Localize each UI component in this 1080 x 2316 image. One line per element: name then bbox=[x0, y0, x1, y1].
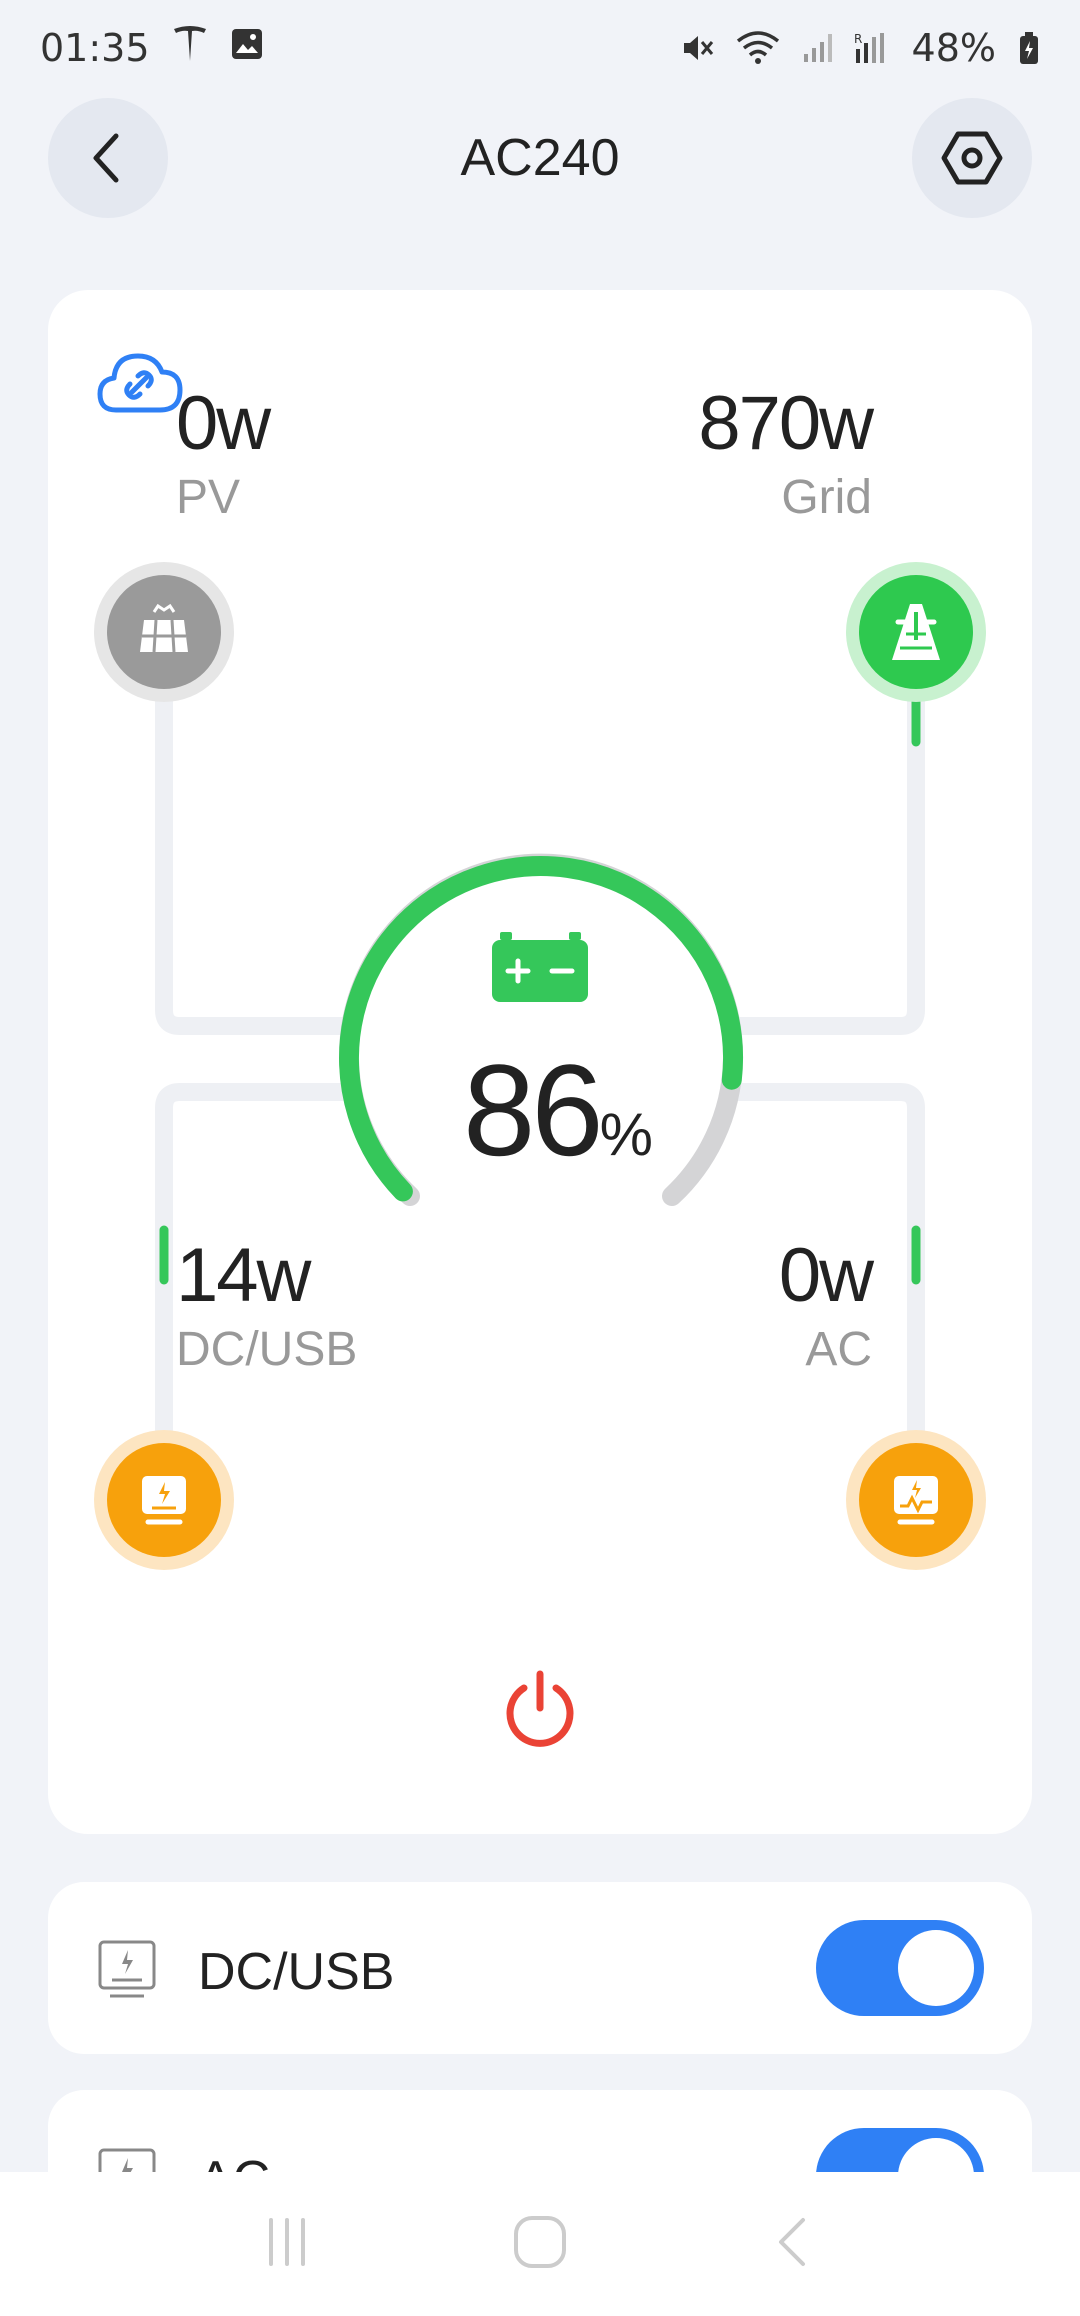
back-icon[interactable] bbox=[763, 2212, 823, 2276]
recent-apps-icon[interactable] bbox=[257, 2212, 317, 2276]
hexagon-settings-icon bbox=[941, 131, 1003, 185]
grid-label: Grid bbox=[781, 471, 872, 524]
battery-icon bbox=[1018, 31, 1040, 65]
dc-usb-toggle[interactable] bbox=[816, 1920, 984, 2016]
pv-node[interactable] bbox=[94, 562, 234, 702]
output-label-dc-usb: DC/USB bbox=[198, 1943, 395, 2001]
pv-label: PV bbox=[176, 471, 241, 524]
flow-line-grid bbox=[736, 670, 925, 1035]
ac-output-node[interactable] bbox=[846, 1430, 986, 1570]
app-header: AC240 bbox=[0, 98, 1080, 218]
page-title: AC240 bbox=[460, 129, 620, 187]
transmission-tower-icon bbox=[892, 604, 940, 660]
ac-value: 0w bbox=[778, 1233, 874, 1318]
battery-percent-unit: % bbox=[599, 1101, 653, 1168]
settings-button[interactable] bbox=[912, 98, 1032, 218]
dc-value: 14w bbox=[176, 1233, 311, 1318]
flow-line-pv bbox=[155, 670, 346, 1035]
ac-label: AC bbox=[805, 1323, 872, 1376]
grid-value: 870w bbox=[698, 381, 874, 466]
ac-output-icon bbox=[894, 1476, 938, 1525]
solar-panel-icon bbox=[140, 603, 188, 653]
dc-label: DC/USB bbox=[176, 1323, 358, 1376]
dc-output-icon bbox=[142, 1476, 186, 1525]
mute-icon bbox=[680, 31, 714, 65]
wifi-icon bbox=[736, 31, 780, 65]
toggle-knob bbox=[898, 1930, 974, 2006]
system-nav-bar bbox=[0, 2172, 1080, 2316]
pv-value: 0w bbox=[176, 381, 271, 466]
status-time: 01:35 bbox=[40, 26, 150, 70]
back-button[interactable] bbox=[48, 98, 168, 218]
tesla-icon bbox=[172, 25, 208, 72]
signal-icon bbox=[802, 32, 832, 64]
battery-percent-value: 86 bbox=[463, 1037, 604, 1183]
dc-usb-port-icon bbox=[96, 1940, 158, 2004]
battery-percentage: 86% bbox=[388, 1035, 728, 1185]
energy-flow-card: 86% 0w PV 870w Grid 14w DC/USB 0w AC bbox=[48, 290, 1032, 1834]
status-bar: 01:35 R 48% bbox=[0, 0, 1080, 96]
output-row-dc-usb: DC/USB bbox=[48, 1882, 1032, 2054]
power-icon bbox=[506, 1670, 574, 1747]
power-button[interactable] bbox=[498, 1668, 582, 1752]
home-icon[interactable] bbox=[510, 2212, 570, 2276]
svg-text:R: R bbox=[854, 32, 862, 46]
battery-percent: 48% bbox=[911, 26, 996, 70]
image-icon bbox=[230, 26, 264, 70]
signal-r-icon: R bbox=[854, 31, 890, 65]
dc-output-node[interactable] bbox=[94, 1430, 234, 1570]
chevron-left-icon bbox=[93, 133, 119, 183]
battery-icon bbox=[492, 932, 588, 1002]
grid-node[interactable] bbox=[846, 562, 986, 702]
